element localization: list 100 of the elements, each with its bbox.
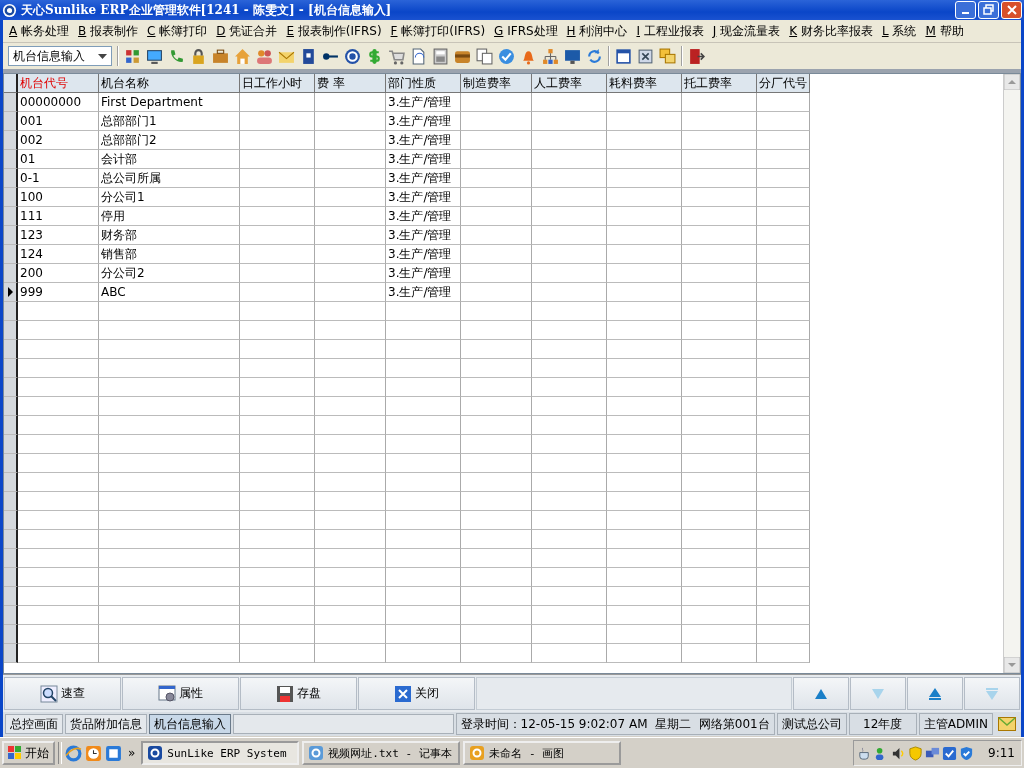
menu-item[interactable]: E 报表制作(IFRS)	[286, 22, 382, 40]
row-selector[interactable]	[4, 245, 18, 264]
check-icon[interactable]	[498, 47, 515, 65]
menu-item[interactable]: J 现金流量表	[712, 22, 781, 40]
row-selector[interactable]	[4, 112, 18, 131]
envelope-icon[interactable]	[998, 717, 1016, 731]
window-icon[interactable]	[615, 47, 632, 65]
module-dropdown[interactable]: 机台信息输入	[8, 46, 112, 66]
menu-item[interactable]: L 系统	[881, 22, 917, 40]
row-selector[interactable]	[4, 169, 18, 188]
close-icon[interactable]	[637, 47, 654, 65]
column-header[interactable]: 制造费率	[461, 74, 532, 93]
menu-item[interactable]: A 帐务处理	[9, 22, 70, 40]
grid-icon[interactable]	[124, 47, 141, 65]
menu-item[interactable]: B 报表制作	[78, 22, 139, 40]
row-selector[interactable]	[4, 150, 18, 169]
people-icon[interactable]	[256, 47, 273, 65]
column-header[interactable]: 机台名称	[99, 74, 240, 93]
column-header[interactable]: 部门性质	[386, 74, 461, 93]
row-selector[interactable]	[4, 283, 18, 302]
clock-icon[interactable]	[85, 744, 102, 762]
row-selector[interactable]	[4, 74, 18, 93]
cart-icon[interactable]	[388, 47, 405, 65]
menu-item[interactable]: D 凭证合并	[216, 22, 278, 40]
menu-item[interactable]: I 工程业报表	[636, 22, 704, 40]
row-selector[interactable]	[4, 625, 18, 644]
row-selector[interactable]	[4, 397, 18, 416]
help-icon[interactable]	[344, 47, 361, 65]
taskbar-button[interactable]: 未命名 - 画图	[463, 741, 622, 765]
document-icon[interactable]	[105, 744, 122, 762]
book-icon[interactable]	[300, 47, 317, 65]
close-button[interactable]	[1001, 1, 1022, 19]
check-shield-icon[interactable]	[959, 745, 975, 761]
row-selector[interactable]	[4, 340, 18, 359]
move-top-button[interactable]	[907, 677, 963, 710]
briefcase-icon[interactable]	[212, 47, 229, 65]
row-selector[interactable]	[4, 264, 18, 283]
search-button[interactable]: 速查	[4, 677, 121, 710]
exit-icon[interactable]	[688, 47, 705, 65]
window-tab[interactable]: 货品附加信息	[65, 714, 147, 734]
save-button[interactable]: 存盘	[240, 677, 357, 710]
screen-icon[interactable]	[564, 47, 581, 65]
row-selector[interactable]	[4, 188, 18, 207]
row-selector[interactable]	[4, 454, 18, 473]
column-header[interactable]: 日工作小时	[240, 74, 315, 93]
row-selector[interactable]	[4, 606, 18, 625]
move-up-button[interactable]	[793, 677, 849, 710]
hierarchy-icon[interactable]	[542, 47, 559, 65]
calculator-icon[interactable]	[432, 47, 449, 65]
menu-item[interactable]: C 帐簿打印	[147, 22, 208, 40]
more-button[interactable]: »	[125, 746, 139, 760]
column-header[interactable]: 机台代号	[18, 74, 99, 93]
row-selector[interactable]	[4, 549, 18, 568]
menu-item[interactable]: F 帐簿打印(IFRS)	[390, 22, 486, 40]
window-tab[interactable]: 总控画面	[5, 714, 63, 734]
row-selector[interactable]	[4, 473, 18, 492]
row-selector[interactable]	[4, 321, 18, 340]
taskbar-button[interactable]: 视频网址.txt - 记事本	[302, 741, 461, 765]
row-selector[interactable]	[4, 492, 18, 511]
row-selector[interactable]	[4, 530, 18, 549]
properties-button[interactable]: 属性	[122, 677, 239, 710]
restore-button[interactable]	[978, 1, 999, 19]
copy-icon[interactable]	[476, 47, 493, 65]
menu-item[interactable]: K 财务比率报表	[789, 22, 873, 40]
row-selector[interactable]	[4, 226, 18, 245]
browser-icon[interactable]	[65, 744, 82, 762]
row-selector[interactable]	[4, 207, 18, 226]
row-selector[interactable]	[4, 93, 18, 112]
menu-item[interactable]: M 帮助	[925, 22, 964, 40]
table-cell: 总公司所属	[99, 169, 240, 188]
table-cell	[461, 644, 532, 663]
menu-item[interactable]: G IFRS处理	[494, 22, 558, 40]
row-selector[interactable]	[4, 302, 18, 321]
row-selector[interactable]	[4, 416, 18, 435]
row-selector[interactable]	[4, 359, 18, 378]
column-header[interactable]: 人工费率	[532, 74, 607, 93]
row-selector[interactable]	[4, 378, 18, 397]
minimize-button[interactable]	[955, 1, 976, 19]
menu-item[interactable]: H 利润中心	[566, 22, 628, 40]
refresh-icon[interactable]	[586, 47, 603, 65]
row-selector[interactable]	[4, 435, 18, 454]
column-header[interactable]: 分厂代号	[757, 74, 810, 93]
row-selector[interactable]	[4, 644, 18, 663]
table-cell	[315, 511, 386, 530]
document-icon[interactable]	[410, 47, 427, 65]
lock-icon[interactable]	[190, 47, 207, 65]
window-tab[interactable]: 机台信息输入	[149, 714, 231, 734]
start-button[interactable]: 开始	[2, 741, 55, 765]
row-selector[interactable]	[4, 511, 18, 530]
windows-icon[interactable]	[659, 47, 676, 65]
row-selector[interactable]	[4, 587, 18, 606]
column-header[interactable]: 耗料费率	[607, 74, 682, 93]
table-cell	[757, 416, 810, 435]
phone-icon[interactable]	[168, 47, 185, 65]
column-header[interactable]: 托工费率	[682, 74, 757, 93]
row-selector[interactable]	[4, 568, 18, 587]
column-header[interactable]: 费 率	[315, 74, 386, 93]
row-selector[interactable]	[4, 131, 18, 150]
taskbar-button[interactable]: SunLike ERP System	[141, 741, 300, 765]
close-button[interactable]: 关闭	[358, 677, 475, 710]
